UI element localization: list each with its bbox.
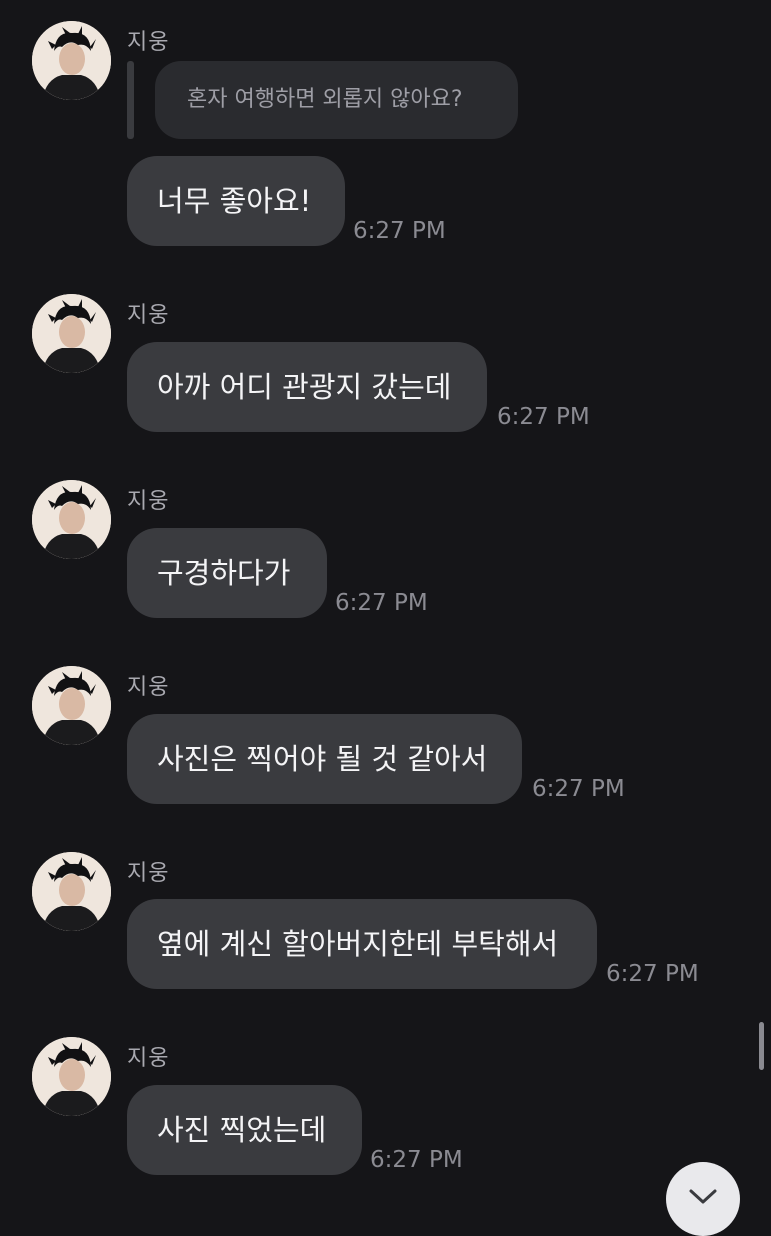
reply-quote-bar [127, 61, 134, 139]
profile-photo-icon [32, 852, 111, 931]
sender-name: 지웅 [127, 489, 170, 514]
avatar[interactable] [32, 666, 111, 745]
scroll-to-bottom-button[interactable] [666, 1162, 740, 1236]
message-time: 6:27 PM [353, 218, 446, 244]
message-time: 6:27 PM [606, 961, 699, 987]
message-group: 지웅 혼자 여행하면 외롭지 않아요? 너무 좋아요! 6:27 PM [0, 0, 771, 260]
sender-name: 지웅 [127, 861, 170, 886]
avatar[interactable] [32, 1037, 111, 1116]
message-bubble[interactable]: 사진은 찍어야 될 것 같아서 [127, 714, 522, 804]
avatar[interactable] [32, 852, 111, 931]
profile-photo-icon [32, 666, 111, 745]
sender-name: 지웅 [127, 1046, 170, 1071]
message-time: 6:27 PM [335, 590, 428, 616]
message-bubble[interactable]: 사진 찍었는데 [127, 1085, 362, 1175]
message-bubble[interactable]: 아까 어디 관광지 갔는데 [127, 342, 487, 432]
message-time: 6:27 PM [497, 404, 590, 430]
profile-photo-icon [32, 480, 111, 559]
sender-name: 지웅 [127, 30, 170, 55]
message-bubble[interactable]: 옆에 계신 할아버지한테 부탁해서 [127, 899, 597, 989]
avatar[interactable] [32, 480, 111, 559]
avatar[interactable] [32, 21, 111, 100]
avatar[interactable] [32, 294, 111, 373]
profile-photo-icon [32, 294, 111, 373]
message-time: 6:27 PM [532, 776, 625, 802]
scrollbar-thumb[interactable] [759, 1022, 764, 1070]
message-time: 6:27 PM [370, 1147, 463, 1173]
profile-photo-icon [32, 1037, 111, 1116]
message-bubble[interactable]: 너무 좋아요! [127, 156, 345, 246]
sender-name: 지웅 [127, 675, 170, 700]
sender-name: 지웅 [127, 303, 170, 328]
reply-preview[interactable]: 혼자 여행하면 외롭지 않아요? [155, 61, 518, 139]
chevron-down-icon [689, 1189, 717, 1204]
message-bubble[interactable]: 구경하다가 [127, 528, 327, 618]
profile-photo-icon [32, 21, 111, 100]
